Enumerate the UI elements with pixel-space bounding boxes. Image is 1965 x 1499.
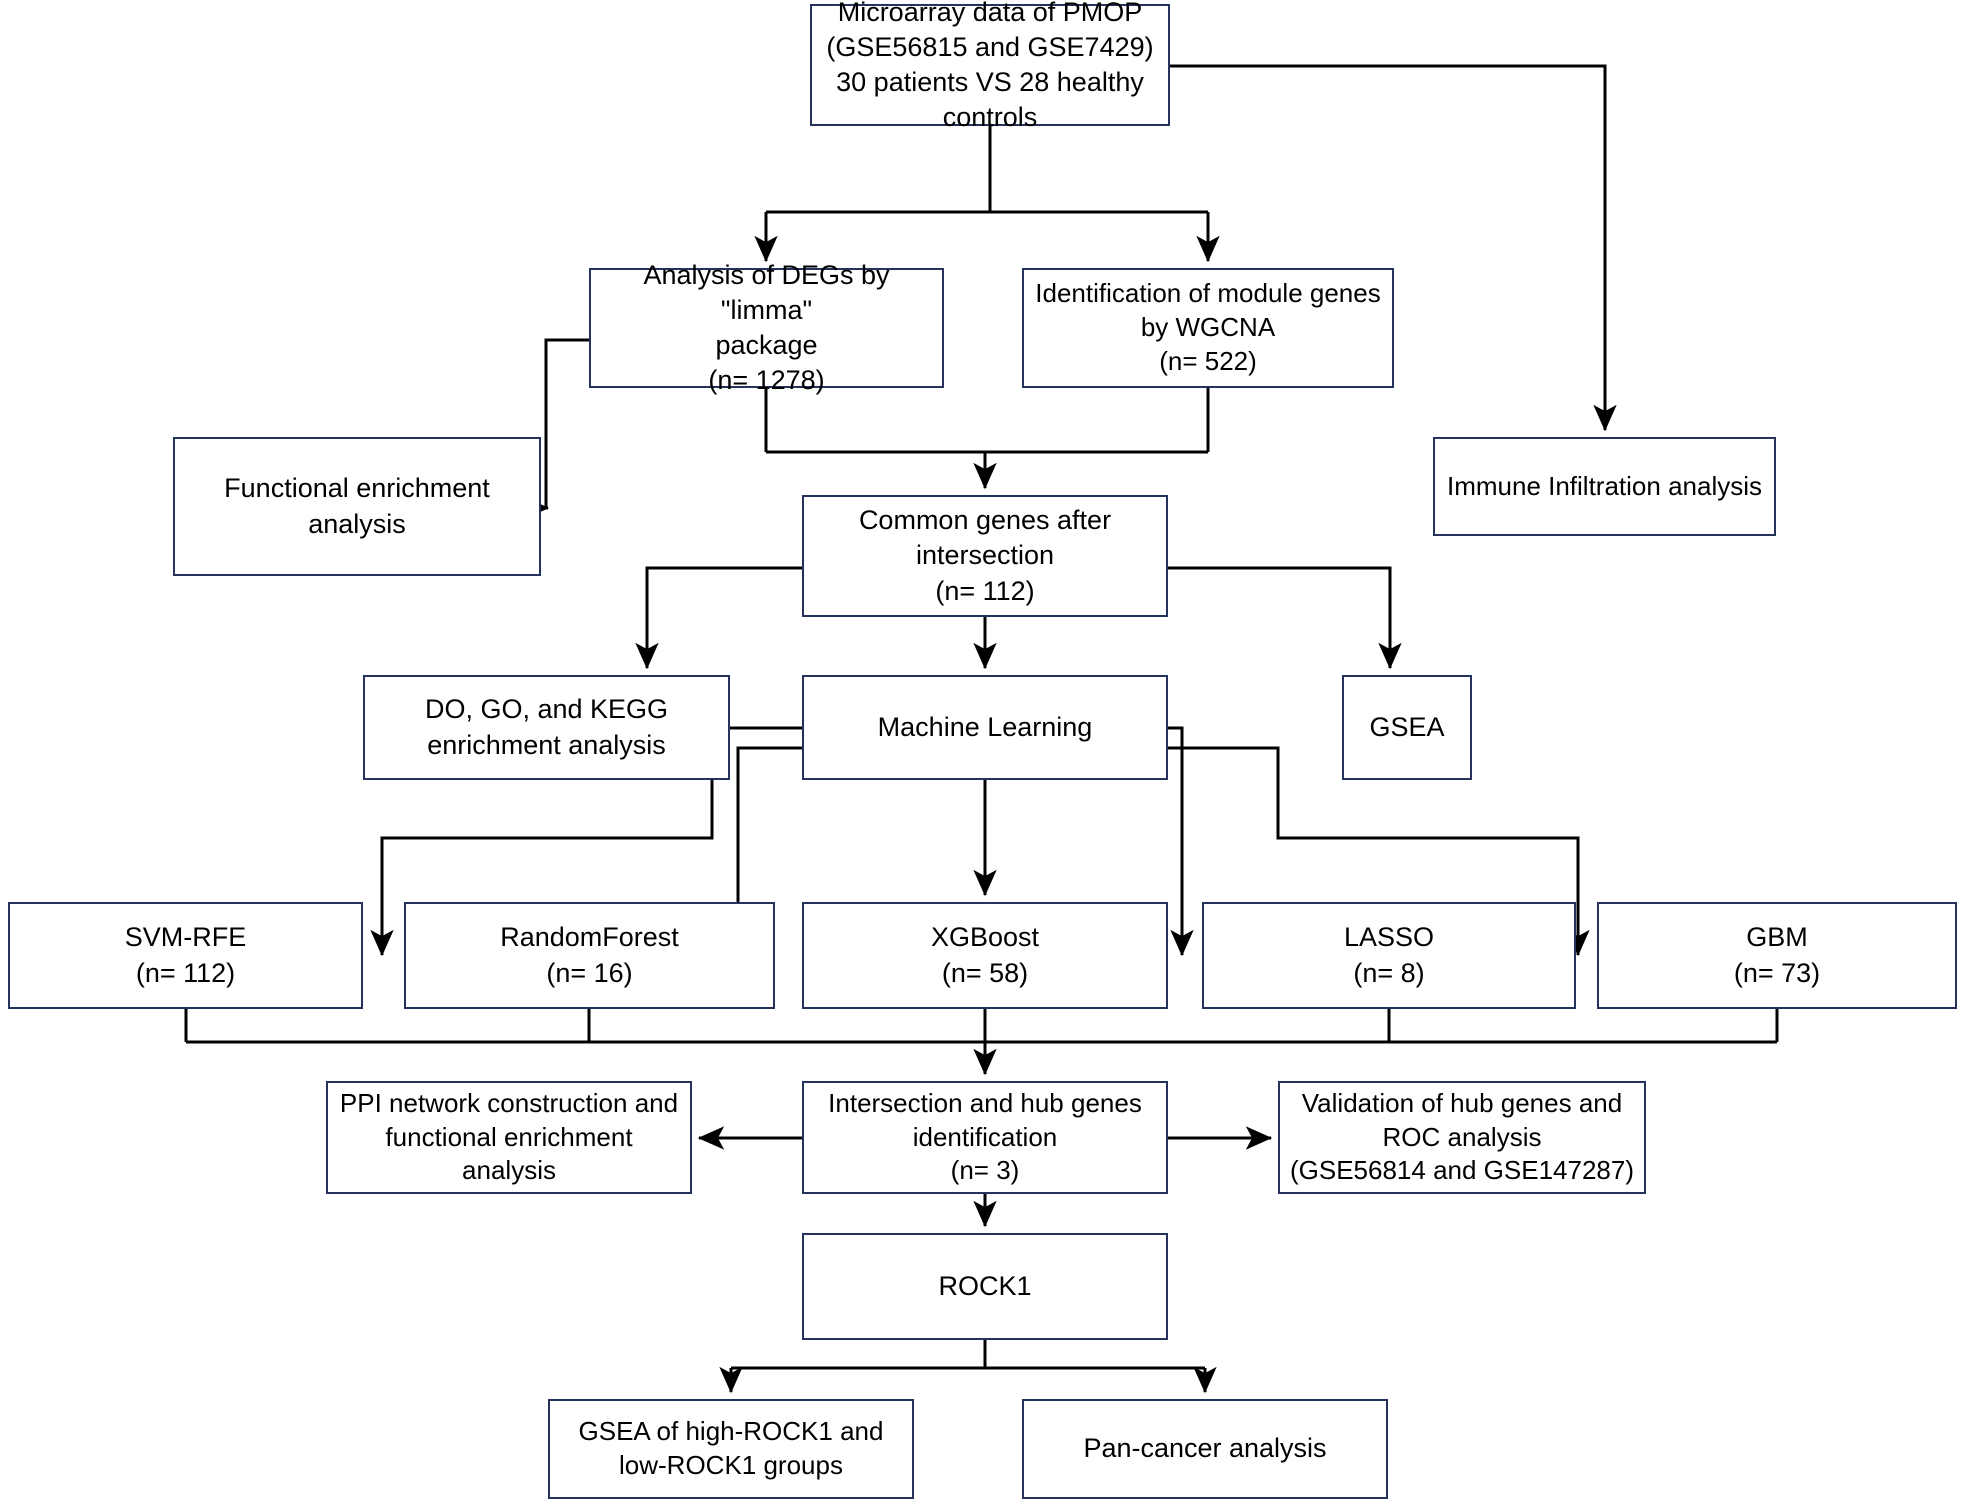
edge-degs-to-functional xyxy=(522,338,589,520)
node-functional-enrichment[interactable]: Functional enrichment analysis xyxy=(173,437,541,576)
node-intersection-hub-genes-label: Intersection and hub genes identificatio… xyxy=(828,1087,1142,1186)
node-do-go-kegg[interactable]: DO, GO, and KEGG enrichment analysis xyxy=(363,675,730,780)
node-gsea-rock1-groups[interactable]: GSEA of high-ROCK1 and low-ROCK1 groups xyxy=(548,1399,914,1499)
node-gbm-label: GBM (n= 73) xyxy=(1733,922,1821,988)
node-xgboost[interactable]: XGBoost (n= 58) xyxy=(802,902,1168,1009)
node-gsea-rock1-groups-label: GSEA of high-ROCK1 and low-ROCK1 groups xyxy=(578,1416,884,1480)
node-rock1[interactable]: ROCK1 xyxy=(802,1233,1168,1340)
node-machine-learning-label: Machine Learning xyxy=(877,711,1093,742)
node-degs-limma[interactable]: Analysis of DEGs by "limma" package (n= … xyxy=(589,260,944,395)
flowchart-canvas: Microarray data of PMOP (GSE56815 and GS… xyxy=(0,0,1965,1499)
node-wgcna-modules[interactable]: Identification of module genes by WGCNA … xyxy=(1022,268,1394,388)
node-pan-cancer-label: Pan-cancer analysis xyxy=(1083,1433,1327,1464)
node-common-genes[interactable]: Common genes after intersection (n= 112) xyxy=(802,495,1168,617)
node-degs-limma-label: Analysis of DEGs by "limma" package (n= … xyxy=(643,259,890,396)
node-microarray-data-label: Microarray data of PMOP (GSE56815 and GS… xyxy=(826,0,1154,133)
node-immune-infiltration-label: Immune Infiltration analysis xyxy=(1446,470,1763,501)
node-gsea-top-label: GSEA xyxy=(1369,711,1445,742)
node-do-go-kegg-label: DO, GO, and KEGG enrichment analysis xyxy=(424,694,669,760)
node-gsea-top[interactable]: GSEA xyxy=(1342,675,1472,780)
node-svm-rfe-label: SVM-RFE (n= 112) xyxy=(124,922,247,988)
node-ppi-network-label: PPI network construction and functional … xyxy=(339,1087,679,1186)
edge-common-to-gsea xyxy=(1168,566,1402,670)
node-validation-roc[interactable]: Validation of hub genes and ROC analysis… xyxy=(1278,1081,1646,1194)
node-svm-rfe[interactable]: SVM-RFE (n= 112) xyxy=(8,902,363,1009)
node-functional-enrichment-label: Functional enrichment analysis xyxy=(224,473,490,539)
edge-ml-to-lasso xyxy=(1168,726,1194,957)
node-intersection-hub-genes[interactable]: Intersection and hub genes identificatio… xyxy=(802,1081,1168,1194)
node-lasso[interactable]: LASSO (n= 8) xyxy=(1202,902,1576,1009)
node-random-forest-label: RandomForest (n= 16) xyxy=(500,922,679,988)
node-ppi-network[interactable]: PPI network construction and functional … xyxy=(326,1081,692,1194)
node-pan-cancer[interactable]: Pan-cancer analysis xyxy=(1022,1399,1388,1499)
node-lasso-label: LASSO (n= 8) xyxy=(1343,922,1435,988)
node-validation-roc-label: Validation of hub genes and ROC analysis… xyxy=(1289,1087,1635,1186)
node-gbm[interactable]: GBM (n= 73) xyxy=(1597,902,1957,1009)
node-wgcna-modules-label: Identification of module genes by WGCNA … xyxy=(1035,278,1381,376)
node-rock1-label: ROCK1 xyxy=(938,1270,1032,1301)
node-xgboost-label: XGBoost (n= 58) xyxy=(930,922,1040,988)
node-common-genes-label: Common genes after intersection (n= 112) xyxy=(858,505,1112,606)
node-random-forest[interactable]: RandomForest (n= 16) xyxy=(404,902,775,1009)
node-machine-learning[interactable]: Machine Learning xyxy=(802,675,1168,780)
edge-common-to-dogokegg xyxy=(635,566,802,670)
node-microarray-data[interactable]: Microarray data of PMOP (GSE56815 and GS… xyxy=(810,0,1170,132)
node-immune-infiltration[interactable]: Immune Infiltration analysis xyxy=(1433,437,1776,536)
